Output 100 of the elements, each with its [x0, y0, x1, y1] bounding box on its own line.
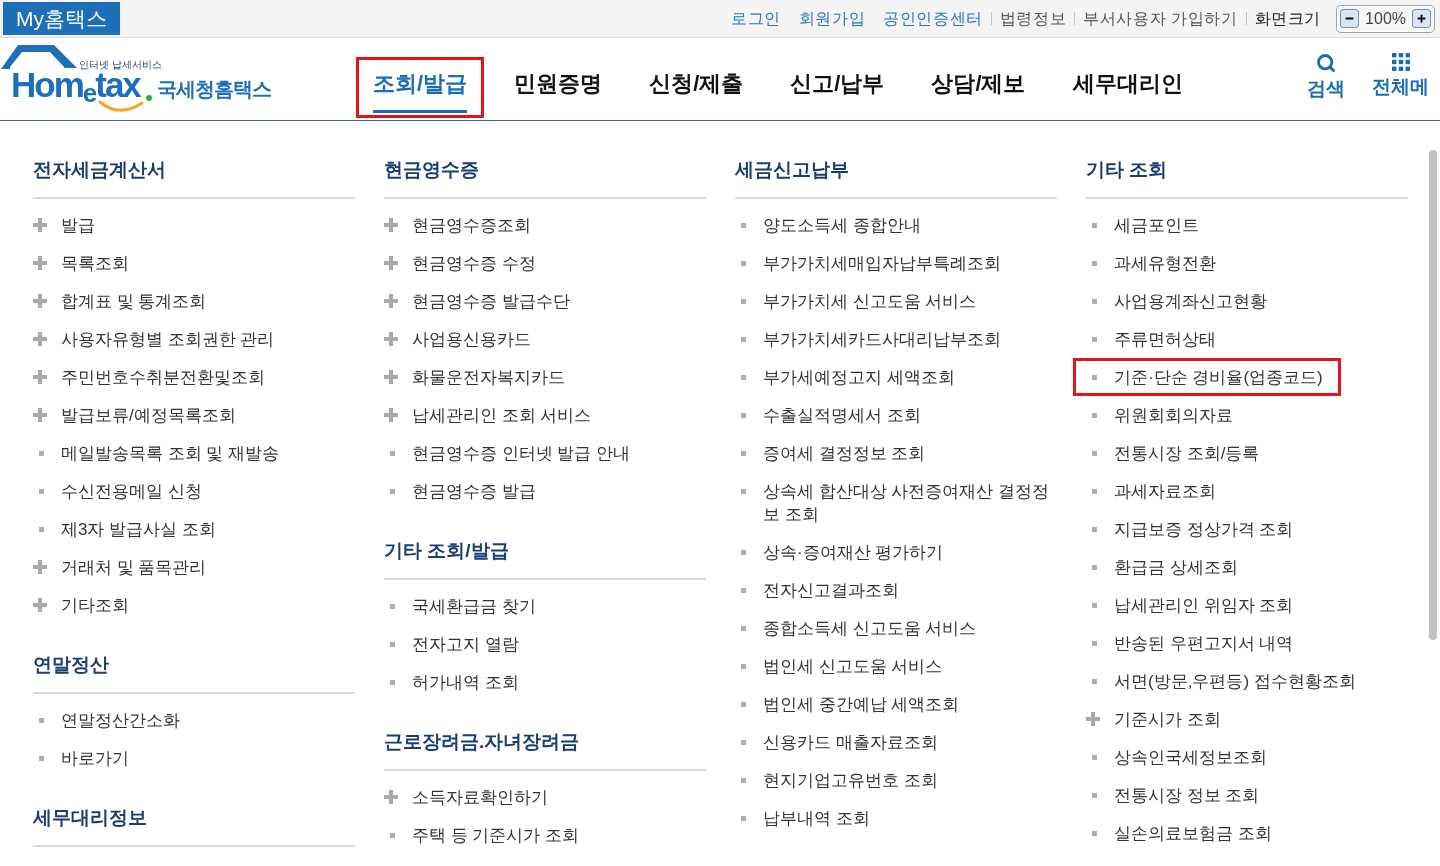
menu-link[interactable]: 전자고지 열람 [384, 625, 706, 663]
menu-link[interactable]: 양도소득세 종합안내 [735, 206, 1057, 244]
menu-link[interactable]: 신용카드 매출자료조회 [735, 723, 1057, 761]
nav-tab[interactable]: 신고/납부 [773, 57, 902, 118]
menu-link[interactable]: 주류면허상태 [1086, 320, 1408, 358]
menu-link[interactable]: 거래처 및 품목관리 [33, 548, 355, 586]
menu-link[interactable]: 세금포인트 [1086, 206, 1408, 244]
nav-tab[interactable]: 민원증명 [497, 57, 620, 118]
menu-link[interactable]: 전통시장 조회/등록 [1086, 434, 1408, 472]
square-bullet-icon [741, 222, 746, 228]
menu-link[interactable]: 전자신고결과조회 [735, 571, 1057, 609]
menu-link[interactable]: 화물운전자복지카드 [384, 358, 706, 396]
square-bullet-icon [1092, 298, 1097, 304]
menu-link[interactable]: 부가세예정고지 세액조회 [735, 358, 1057, 396]
menu-link[interactable]: 수신전용메일 신청 [33, 472, 355, 510]
menu-link[interactable]: 위원회회의자료 [1086, 396, 1408, 434]
nav-tab[interactable]: 세무대리인 [1055, 57, 1200, 118]
search-button[interactable]: 검색 [1307, 53, 1345, 101]
menu-link[interactable]: 합계표 및 통계조회 [33, 282, 355, 320]
menu-link[interactable]: 법인세 중간예납 세액조회 [735, 685, 1057, 723]
menu-link[interactable]: 주민번호수취분전환및조회 [33, 358, 355, 396]
menu-link[interactable]: 현금영수증 발급 [384, 472, 706, 510]
square-bullet-icon [741, 549, 746, 555]
menu-link[interactable]: 사업용계좌신고현황 [1086, 282, 1408, 320]
square-bullet-icon [39, 717, 44, 723]
square-bullet-icon [390, 641, 395, 647]
menu-link[interactable]: 반송된 우편고지서 내역 [1086, 624, 1408, 662]
menu-link[interactable]: 기준·단순 경비율(업종코드) [1073, 358, 1341, 396]
menu-link[interactable]: 부가가치세 신고도움 서비스 [735, 282, 1057, 320]
plus-icon [384, 408, 398, 422]
menu-link[interactable]: 전통시장 정보 조회 [1086, 776, 1408, 814]
zoom-out-button[interactable] [1340, 9, 1360, 28]
plus-icon [33, 408, 47, 422]
menu-link[interactable]: 부가가치세카드사대리납부조회 [735, 320, 1057, 358]
square-bullet-icon [741, 587, 746, 593]
menu-link[interactable]: 발급보류/예정목록조회 [33, 396, 355, 434]
square-bullet-icon [741, 488, 746, 494]
menu-link[interactable]: 바로가기 [33, 739, 355, 777]
menu-link[interactable]: 소득자료확인하기 [384, 778, 706, 816]
top-link[interactable]: 공인인증센터 [883, 7, 983, 30]
menu-link[interactable]: 상속·증여재산 평가하기 [735, 533, 1057, 571]
my-hometax-button[interactable]: My홈택스 [3, 2, 120, 35]
menu-link[interactable]: 상속인국세정보조회 [1086, 738, 1408, 776]
nav-tab[interactable]: 조회/발급 [356, 57, 485, 118]
square-bullet-icon [39, 488, 44, 494]
nav-tab[interactable]: 상담/제보 [914, 57, 1043, 118]
menu-link[interactable]: 증여세 결정정보 조회 [735, 434, 1057, 472]
menu-link[interactable]: 부가가치세매입자납부특례조회 [735, 244, 1057, 282]
menu-link[interactable]: 과세자료조회 [1086, 472, 1408, 510]
menu-link[interactable]: 과세유형전환 [1086, 244, 1408, 282]
section-heading: 현금영수증 [384, 158, 480, 182]
square-bullet-icon [741, 412, 746, 418]
scrollbar-thumb[interactable] [1429, 150, 1437, 640]
menu-link[interactable]: 사용자유형별 조회권한 관리 [33, 320, 355, 358]
menu-link[interactable]: 허가내역 조회 [384, 663, 706, 701]
top-link[interactable]: 회원가입 [798, 7, 866, 30]
menu-link[interactable]: 현금영수증조회 [384, 206, 706, 244]
menu-link[interactable]: 제3자 발급사실 조회 [33, 510, 355, 548]
menu-link[interactable]: 종합소득세 신고도움 서비스 [735, 609, 1057, 647]
top-link[interactable]: 로그인 [731, 7, 781, 30]
zoom-in-button[interactable] [1412, 9, 1431, 28]
menu-link[interactable]: 납세관리인 위임자 조회 [1086, 586, 1408, 624]
section-heading: 기타 조회 [1086, 158, 1169, 182]
menu-grid-icon [1391, 53, 1410, 71]
square-bullet-icon [741, 336, 746, 342]
menu-link[interactable]: 발급 [33, 206, 355, 244]
square-bullet-icon [1092, 640, 1097, 646]
menu-link[interactable]: 현금영수증 수정 [384, 244, 706, 282]
menu-link[interactable]: 현지기업고유번호 조회 [735, 761, 1057, 799]
menu-link[interactable]: 사업용신용카드 [384, 320, 706, 358]
menu-link[interactable]: 수출실적명세서 조회 [735, 396, 1057, 434]
top-link[interactable]: 부서사용자 가입하기 [1083, 7, 1238, 30]
menu-link[interactable]: 상속세 합산대상 사전증여재산 결정정보 조회 [735, 472, 1057, 533]
menu-link[interactable]: 법인세 신고도움 서비스 [735, 647, 1057, 685]
logo-tagline: 인터넷 납세서비스 [79, 59, 162, 70]
menu-link[interactable]: 실손의료보험금 조회 [1086, 814, 1408, 852]
menu-link[interactable]: 서면(방문,우편등) 접수현황조회 [1086, 662, 1408, 700]
menu-link[interactable]: 목록조회 [33, 244, 355, 282]
menu-link[interactable]: 지급보증 정상가격 조회 [1086, 510, 1408, 548]
plus-icon [33, 218, 47, 232]
square-bullet-icon [741, 374, 746, 380]
square-bullet-icon [390, 679, 395, 685]
menu-link[interactable]: 기타조회 [33, 586, 355, 624]
menu-link[interactable]: 메일발송목록 조회 및 재발송 [33, 434, 355, 472]
square-bullet-icon [1092, 830, 1097, 836]
menu-link[interactable]: 주택 등 기준시가 조회 [384, 816, 706, 854]
zoom-level: 100% [1365, 8, 1406, 29]
menu-link[interactable]: 현금영수증 인터넷 발급 안내 [384, 434, 706, 472]
all-menu-button[interactable]: 전체메 [1372, 53, 1429, 99]
menu-link[interactable]: 납세관리인 조회 서비스 [384, 396, 706, 434]
menu-link[interactable]: 연말정산간소화 [33, 701, 355, 739]
menu-link[interactable]: 현금영수증 발급수단 [384, 282, 706, 320]
menu-link[interactable]: 환급금 상세조회 [1086, 548, 1408, 586]
plus-icon [384, 218, 398, 232]
menu-link[interactable]: 납부내역 조회 [735, 799, 1057, 837]
menu-link[interactable]: 국세환급금 찾기 [384, 587, 706, 625]
square-bullet-icon [390, 603, 395, 609]
menu-link[interactable]: 기준시가 조회 [1086, 700, 1408, 738]
nav-tab[interactable]: 신청/제출 [632, 57, 761, 118]
top-link[interactable]: 법령정보 [999, 7, 1067, 30]
